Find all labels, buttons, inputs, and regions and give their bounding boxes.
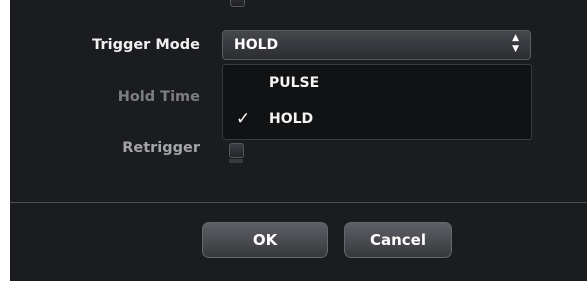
dropdown-option-hold[interactable]: HOLD (269, 111, 313, 127)
hold-time-label: Hold Time (117, 89, 200, 105)
retrigger-checkbox-shadow (229, 159, 243, 163)
trigger-mode-label: Trigger Mode (92, 37, 200, 53)
trigger-mode-value: HOLD (234, 37, 279, 53)
retrigger-label: Retrigger (122, 140, 200, 156)
ok-button[interactable]: OK (202, 222, 328, 258)
trigger-mode-select[interactable]: HOLD ▲ ▼ (222, 30, 531, 60)
checkmark-icon: ✓ (236, 109, 251, 129)
dropdown-option-pulse[interactable]: PULSE (269, 75, 319, 91)
cancel-button[interactable]: Cancel (344, 222, 452, 258)
up-down-arrows-icon: ▲ ▼ (512, 33, 519, 54)
retrigger-checkbox[interactable] (229, 143, 244, 158)
top-checkbox[interactable] (230, 0, 245, 7)
dialog: Trigger Mode HOLD ▲ ▼ PULSE ✓ HOLD Hold T… (10, 0, 587, 281)
divider (10, 202, 587, 203)
trigger-mode-dropdown: PULSE ✓ HOLD (222, 64, 532, 140)
